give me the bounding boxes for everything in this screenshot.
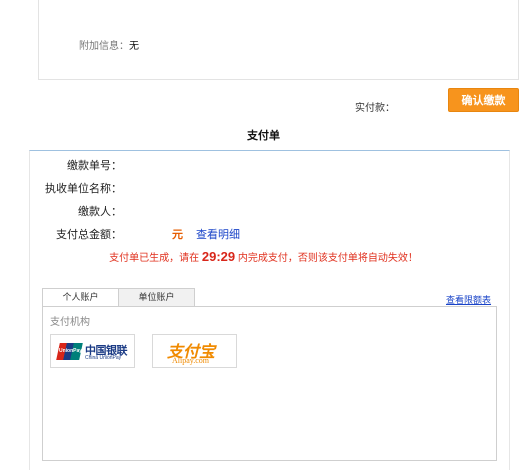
unionpay-icon: UnionPay [56,343,83,360]
extra-info: 附加信息：无 [79,37,139,52]
unionpay-option[interactable]: UnionPay 中国银联 China UnionPay [50,334,135,368]
extra-info-value: 无 [129,41,139,52]
extra-info-label: 附加信息： [79,41,129,52]
view-limit-table-link[interactable]: 查看限额表 [446,293,491,306]
amount-unit: 元 [172,229,183,241]
alipay-option[interactable]: 支付宝 Alipay.com [152,334,237,368]
tab-personal-account[interactable]: 个人账户 [42,288,119,307]
payer-label: 缴款人： [78,206,122,218]
payment-notice: 支付单已生成，请在 29:29 内完成支付，否则该支付单将自动失效！ [0,249,527,264]
unionpay-name-en: China UnionPay [85,355,122,361]
notice-prefix: 支付单已生成，请在 [109,253,200,264]
payment-no-label: 缴款单号： [67,160,122,172]
countdown-timer: 29:29 [201,249,236,264]
order-info-panel: 附加信息：无 [38,0,519,80]
total-amount-label: 支付总金额： [56,229,122,241]
collecting-unit-label: 执收单位名称： [45,183,122,195]
alipay-name-en: Alipay.com [172,356,210,365]
tab-company-account[interactable]: 单位账户 [118,288,195,306]
actual-pay-label: 实付款： [355,103,395,114]
tab-content-panel [42,306,497,461]
bill-title: 支付单 [247,130,280,142]
payment-page: 附加信息：无 实付款： 确认缴款 支付单 缴款单号： 执收单位名称： 缴款人： … [0,0,527,470]
unionpay-badge-text: UnionPay [59,348,83,354]
view-detail-link[interactable]: 查看明细 [196,226,240,242]
notice-suffix: 内完成支付，否则该支付单将自动失效！ [237,253,418,264]
confirm-payment-button[interactable]: 确认缴款 [448,88,519,112]
payment-org-label: 支付机构 [50,317,90,328]
